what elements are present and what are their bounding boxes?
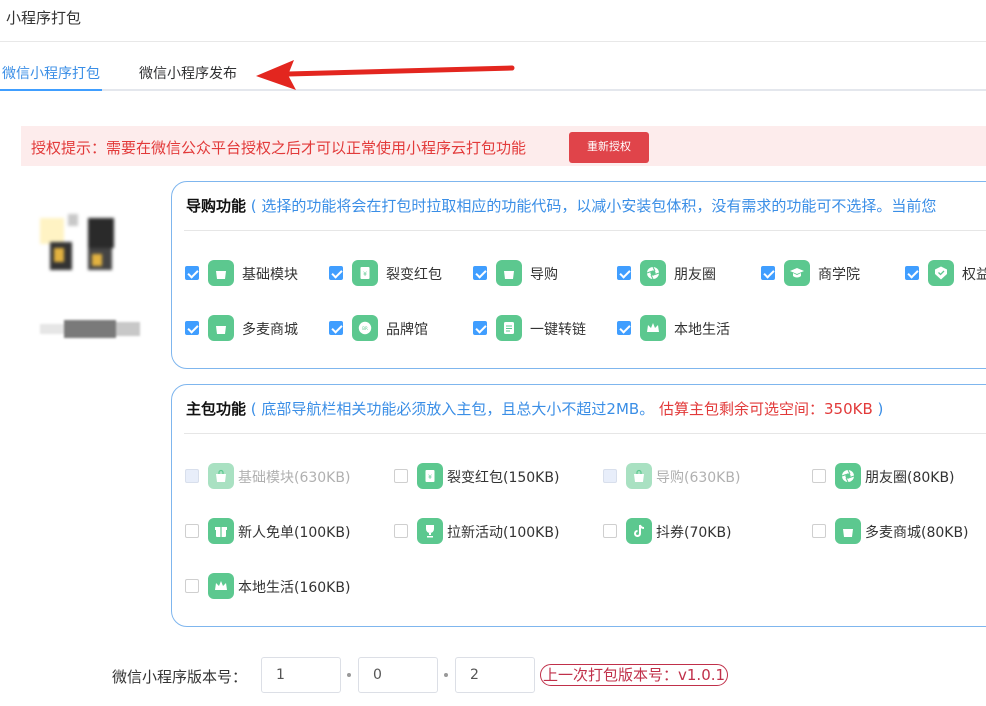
crown-icon (208, 573, 234, 599)
remaining-space: 估算主包剩余可选空间：350KB (658, 400, 873, 418)
main-package-desc: ( 底部导航栏相关功能必须放入主包，且总大小不超过2MB。 (250, 400, 655, 418)
option-label: 多麦商城 (242, 322, 298, 338)
option-checkbox[interactable] (185, 321, 199, 335)
brand-icon: BR (352, 315, 378, 341)
aperture-icon (640, 260, 666, 286)
option-checkbox (603, 469, 617, 483)
aperture-icon (835, 463, 861, 489)
badge-icon (928, 260, 954, 286)
option-label: 拉新活动(100KB) (447, 525, 560, 541)
svg-text:¥: ¥ (363, 271, 367, 278)
option-label: 基础模块 (242, 267, 298, 283)
shopping-bag-icon (835, 518, 861, 544)
version-label: 微信小程序版本号： (112, 668, 248, 686)
version-dot (444, 673, 448, 677)
option-label: 品牌馆 (386, 322, 428, 338)
option-checkbox[interactable] (761, 266, 775, 280)
version-row: 微信小程序版本号： 上一次打包版本号：v1.0.1 (112, 657, 812, 693)
svg-text:BR: BR (362, 326, 368, 331)
option-label: 新人免单(100KB) (238, 525, 351, 541)
graduation-cap-icon (784, 260, 810, 286)
version-minor-input[interactable] (358, 657, 438, 693)
version-major-input[interactable] (261, 657, 341, 693)
tab-wechat-publish[interactable]: 微信小程序发布 (139, 63, 237, 83)
option-label: 导购(630KB) (656, 470, 741, 486)
option-checkbox[interactable] (473, 266, 487, 280)
main-package-close: ) (877, 400, 884, 418)
option-checkbox[interactable] (617, 321, 631, 335)
option-checkbox[interactable] (329, 266, 343, 280)
gift-icon (208, 518, 234, 544)
last-version-text: 上一次打包版本号：v1.0.1 (540, 664, 729, 686)
guide-features-desc: ( 选择的功能将会在打包时拉取相应的功能代码，以减小安装包体积，没有需求的功能可… (250, 197, 937, 215)
option-label: 导购 (530, 267, 558, 283)
version-patch-input[interactable] (455, 657, 535, 693)
section-divider (184, 433, 986, 434)
version-dot (347, 673, 351, 677)
option-checkbox[interactable] (812, 524, 826, 538)
red-envelope-icon: ¥ (352, 260, 378, 286)
option-checkbox[interactable] (394, 524, 408, 538)
option-label: 多麦商城(80KB) (865, 525, 969, 541)
guide-features-header: 导购功能 ( 选择的功能将会在打包时拉取相应的功能代码，以减小安装包体积，没有需… (186, 195, 936, 216)
shopping-bag-icon (208, 315, 234, 341)
crown-icon (640, 315, 666, 341)
option-label: 权益 (962, 267, 986, 283)
option-checkbox[interactable] (185, 524, 199, 538)
option-checkbox[interactable] (394, 469, 408, 483)
red-envelope-icon: ¥ (417, 463, 443, 489)
blurred-text (40, 320, 140, 338)
tiktok-icon (626, 518, 652, 544)
document-icon (496, 315, 522, 341)
trophy-icon (417, 518, 443, 544)
svg-text:¥: ¥ (428, 474, 432, 481)
option-checkbox[interactable] (617, 266, 631, 280)
auth-alert: 授权提示：需要在微信公众平台授权之后才可以正常使用小程序云打包功能 重新授权 (21, 126, 986, 166)
tab-wechat-pack[interactable]: 微信小程序打包 (0, 63, 102, 91)
main-package-title: 主包功能 (186, 400, 247, 418)
option-label: 一键转链 (530, 322, 586, 338)
option-label: 商学院 (818, 267, 860, 283)
option-label: 裂变红包(150KB) (447, 470, 560, 486)
shopping-bag-icon (496, 260, 522, 286)
option-checkbox[interactable] (473, 321, 487, 335)
title-divider (0, 41, 986, 42)
shopping-bag-icon (626, 463, 652, 489)
annotation-arrow-icon (256, 60, 515, 90)
section-divider (184, 230, 986, 231)
option-checkbox[interactable] (185, 266, 199, 280)
option-checkbox[interactable] (812, 469, 826, 483)
option-checkbox[interactable] (185, 579, 199, 593)
main-package-header: 主包功能 ( 底部导航栏相关功能必须放入主包，且总大小不超过2MB。 估算主包剩… (186, 398, 883, 419)
reauthorize-button[interactable]: 重新授权 (569, 132, 649, 163)
option-label: 朋友圈 (674, 267, 716, 283)
blurred-qr-code (40, 210, 114, 272)
option-checkbox[interactable] (905, 266, 919, 280)
option-checkbox[interactable] (603, 524, 617, 538)
option-label: 本地生活 (674, 322, 730, 338)
option-checkbox[interactable] (329, 321, 343, 335)
guide-features-title: 导购功能 (186, 197, 247, 215)
option-label: 裂变红包 (386, 267, 442, 283)
main-package-section: 主包功能 ( 底部导航栏相关功能必须放入主包，且总大小不超过2MB。 估算主包剩… (171, 384, 986, 627)
shopping-bag-icon (208, 463, 234, 489)
option-label: 朋友圈(80KB) (865, 470, 955, 486)
option-checkbox (185, 469, 199, 483)
option-label: 抖券(70KB) (656, 525, 732, 541)
auth-alert-text: 授权提示：需要在微信公众平台授权之后才可以正常使用小程序云打包功能 (31, 139, 527, 157)
guide-features-section: 导购功能 ( 选择的功能将会在打包时拉取相应的功能代码，以减小安装包体积，没有需… (171, 181, 986, 369)
shopping-bag-icon (208, 260, 234, 286)
page-title: 小程序打包 (6, 9, 82, 27)
option-label: 本地生活(160KB) (238, 580, 351, 596)
option-label: 基础模块(630KB) (238, 470, 351, 486)
